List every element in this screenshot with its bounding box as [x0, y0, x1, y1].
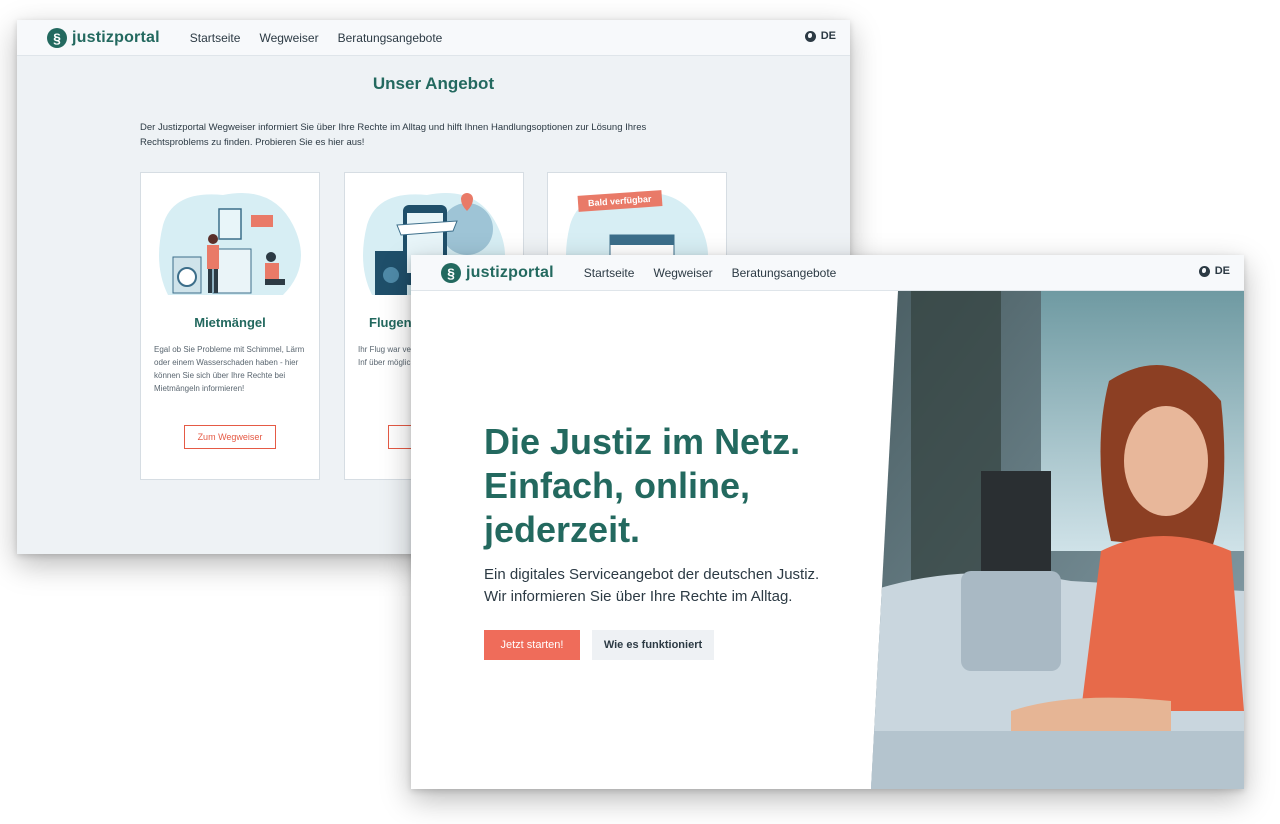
card-mietmaengel: Mietmängel Egal ob Sie Probleme mit Schi…: [140, 172, 320, 480]
language-switch[interactable]: DE: [804, 30, 836, 42]
section-title: Unser Angebot: [372, 74, 495, 93]
hero-headline: Die Justiz im Netz. Einfach, online, jed…: [484, 421, 801, 550]
globe-icon: [804, 30, 816, 42]
hero-subline: Ein digitales Serviceangebot der deutsch…: [484, 566, 820, 605]
zum-wegweiser-button[interactable]: Zum Wegweiser: [184, 425, 276, 449]
card-text: Egal ob Sie Probleme mit Schimmel, Lärm …: [154, 345, 305, 393]
nav-beratungsangebote[interactable]: Beratungsangebote: [732, 266, 837, 280]
start-button[interactable]: Jetzt starten!: [484, 630, 580, 660]
nav-startseite[interactable]: Startseite: [190, 31, 241, 45]
top-navigation: § justizportal Startseite Wegweiser Bera…: [411, 255, 1244, 291]
top-navigation: § justizportal Startseite Wegweiser Bera…: [17, 20, 850, 56]
nav-wegweiser[interactable]: Wegweiser: [653, 266, 712, 280]
nav-startseite[interactable]: Startseite: [584, 266, 635, 280]
logo-text: justizportal: [72, 28, 160, 46]
nav-wegweiser[interactable]: Wegweiser: [259, 31, 318, 45]
nav-beratungsangebote[interactable]: Beratungsangebote: [338, 31, 443, 45]
language-label: DE: [820, 30, 836, 42]
logo-text: justizportal: [466, 263, 554, 281]
hero-photo-woman-on-sofa: [871, 291, 1244, 789]
logo[interactable]: § justizportal: [47, 27, 160, 48]
intro-text: Der Justizportal Wegweiser informiert Si…: [140, 122, 647, 148]
language-switch[interactable]: DE: [1198, 265, 1230, 277]
globe-icon: [1198, 265, 1210, 277]
logo[interactable]: § justizportal: [441, 262, 554, 283]
section-sign-logo-icon: §: [441, 262, 461, 283]
card-title: Mietmängel: [194, 315, 266, 330]
how-it-works-button[interactable]: Wie es funktioniert: [592, 630, 714, 660]
apartment-illustration: [159, 193, 301, 295]
section-sign-logo-icon: §: [47, 27, 67, 48]
foreground-browser-window: § justizportal Startseite Wegweiser Bera…: [411, 255, 1244, 789]
language-label: DE: [1214, 265, 1230, 277]
